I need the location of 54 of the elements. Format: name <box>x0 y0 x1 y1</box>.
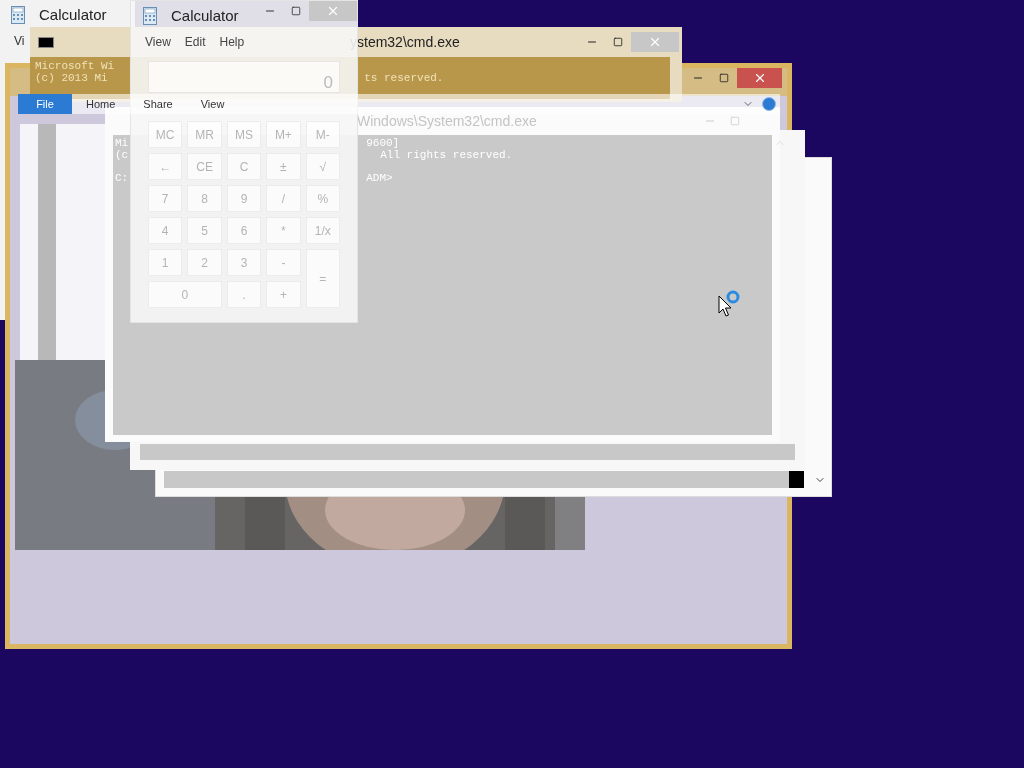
close-button[interactable] <box>737 68 782 88</box>
calculator-icon <box>143 7 157 25</box>
calculator-icon <box>11 6 25 24</box>
calculator-key[interactable]: ← <box>148 153 183 180</box>
calculator-key[interactable]: % <box>305 185 340 212</box>
calculator-key[interactable]: M+ <box>266 121 301 148</box>
calculator-key[interactable]: 9 <box>226 185 262 212</box>
calculator-key[interactable]: 3 <box>226 249 262 276</box>
console-line: Microsoft Wi <box>35 60 115 72</box>
calculator-key[interactable]: . <box>226 281 262 308</box>
calculator-key[interactable]: 2 <box>187 249 222 276</box>
maximize-icon <box>719 73 729 83</box>
menu-item[interactable]: Edit <box>184 33 206 51</box>
maximize-icon[interactable] <box>730 116 740 126</box>
calculator-key[interactable]: CE <box>187 153 222 180</box>
calculator-key[interactable]: = <box>305 249 340 308</box>
calculator-key[interactable]: 5 <box>187 217 222 244</box>
calculator-key[interactable]: 1/x <box>305 217 340 244</box>
window-title: Calculator <box>171 5 239 26</box>
calculator-key[interactable]: 6 <box>226 217 262 244</box>
calculator-key[interactable]: * <box>266 217 301 244</box>
console-line: (c) 2013 Mi <box>35 72 109 84</box>
calculator-key[interactable]: √ <box>305 153 340 180</box>
menu-item[interactable]: View <box>145 33 171 51</box>
calculator-key[interactable]: 1 <box>148 249 183 276</box>
close-icon <box>326 4 340 18</box>
calculator-key[interactable]: 0 <box>148 281 222 308</box>
window-title: Calculator <box>39 4 107 25</box>
maximize-icon <box>291 6 301 16</box>
calculator-key[interactable]: 8 <box>187 185 222 212</box>
close-icon <box>648 35 662 49</box>
calculator-key[interactable]: / <box>266 185 301 212</box>
menu-item[interactable]: Vi <box>14 32 25 50</box>
console-line: ts reserved. <box>364 72 444 84</box>
calculator-key[interactable]: 4 <box>148 217 183 244</box>
calculator-key[interactable]: MS <box>226 121 262 148</box>
console-icon <box>38 36 54 48</box>
calculator-key[interactable]: MC <box>148 121 183 148</box>
console-block <box>789 471 804 488</box>
ribbon-tab[interactable]: Share <box>143 94 173 114</box>
calculator-key[interactable]: + <box>266 281 301 308</box>
busy-cursor-icon <box>718 290 742 318</box>
ribbon-tab[interactable]: Home <box>86 94 116 114</box>
calculator-key[interactable]: - <box>266 249 301 276</box>
calculator-display: 0 <box>148 61 340 93</box>
calculator-key[interactable]: MR <box>187 121 222 148</box>
ribbon-tab[interactable]: View <box>200 94 225 114</box>
ribbon-tab[interactable]: File <box>18 94 72 114</box>
maximize-icon <box>613 37 623 47</box>
calculator-key[interactable]: M- <box>305 121 340 148</box>
menu-item[interactable]: Help <box>219 33 245 51</box>
calculator-key[interactable]: 7 <box>148 185 183 212</box>
calculator-key[interactable]: C <box>226 153 262 180</box>
calculator-key[interactable]: ± <box>266 153 301 180</box>
